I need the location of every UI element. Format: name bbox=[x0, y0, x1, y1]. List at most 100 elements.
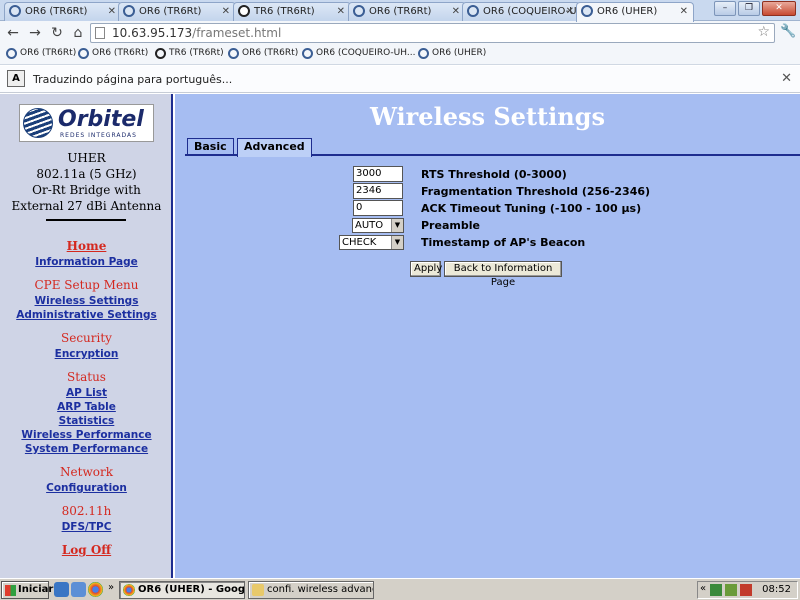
sidebar-link-statistics[interactable]: Statistics bbox=[0, 415, 171, 427]
bookmark-item[interactable]: OR6 (TR6Rt) bbox=[78, 48, 148, 59]
taskbar-window-paint[interactable]: confi. wireless advanced... bbox=[248, 581, 374, 599]
orbitel-favicon-icon bbox=[228, 48, 239, 59]
taskbar-window-chrome[interactable]: OR6 (UHER) - Google ... bbox=[119, 581, 245, 599]
orbitel-favicon-icon bbox=[302, 48, 313, 59]
sidebar-link-information-page[interactable]: Information Page bbox=[0, 256, 171, 268]
translate-icon: A bbox=[7, 70, 25, 87]
antivirus-icon[interactable] bbox=[740, 584, 752, 596]
close-tab-icon[interactable]: ✕ bbox=[337, 3, 345, 20]
page-icon bbox=[95, 27, 105, 39]
sidebar-link-wireless-performance[interactable]: Wireless Performance bbox=[0, 429, 171, 441]
tab-label: OR6 (TR6Rt) bbox=[369, 6, 432, 17]
chrome-icon[interactable] bbox=[88, 582, 103, 597]
apply-button[interactable]: Apply bbox=[410, 261, 442, 277]
close-icon[interactable]: ✕ bbox=[781, 71, 792, 86]
orbitel-favicon-icon bbox=[78, 48, 89, 59]
bookmark-item[interactable]: OR6 (TR6Rt) bbox=[6, 48, 76, 59]
ack-timeout-input[interactable]: 0 bbox=[353, 200, 403, 216]
divider bbox=[46, 219, 126, 221]
url-host: 10.63.95.173 bbox=[112, 26, 193, 40]
sidebar-link-ap-list[interactable]: AP List bbox=[0, 387, 171, 399]
orbitel-favicon-icon bbox=[6, 48, 17, 59]
bookmark-item[interactable]: TR6 (TR6Rt) bbox=[155, 48, 224, 59]
bookmark-label: OR6 (UHER) bbox=[432, 48, 487, 58]
system-tray: « 08:52 bbox=[697, 581, 798, 599]
device-name: UHER bbox=[67, 151, 106, 165]
tr-favicon-icon bbox=[238, 5, 250, 17]
internet-explorer-icon[interactable] bbox=[54, 582, 69, 597]
rts-threshold-input[interactable]: 3000 bbox=[353, 166, 403, 182]
orbitel-favicon-icon bbox=[581, 5, 593, 17]
tab-advanced[interactable]: Advanced bbox=[237, 138, 312, 157]
orbitel-favicon-icon bbox=[418, 48, 429, 59]
timestamp-label: Timestamp of AP's Beacon bbox=[421, 236, 586, 249]
wrench-menu-icon[interactable]: 🔧 bbox=[780, 24, 796, 39]
network-icon[interactable] bbox=[710, 584, 722, 596]
sidebar-link-home[interactable]: Home bbox=[0, 239, 171, 253]
preamble-value: AUTO bbox=[355, 220, 384, 231]
sidebar-link-arp-table[interactable]: ARP Table bbox=[0, 401, 171, 413]
fragmentation-threshold-input[interactable]: 2346 bbox=[353, 183, 403, 199]
close-tab-icon[interactable]: ✕ bbox=[222, 3, 230, 20]
outlook-icon[interactable] bbox=[71, 582, 86, 597]
close-window-icon[interactable]: ✕ bbox=[762, 1, 796, 16]
sidebar-link-log-off[interactable]: Log Off bbox=[0, 543, 171, 557]
browser-tab[interactable]: OR6 (TR6Rt) ✕ bbox=[348, 2, 466, 21]
tab-label: TR6 (TR6Rt) bbox=[254, 6, 315, 17]
sidebar-link-dfs-tpc[interactable]: DFS/TPC bbox=[0, 521, 171, 533]
translate-bar: A Traduzindo página para português... ✕ bbox=[0, 66, 800, 93]
bookmarks-bar: OR6 (TR6Rt) OR6 (TR6Rt) TR6 (TR6Rt) OR6 … bbox=[0, 45, 800, 65]
taskbar: Iniciar » OR6 (UHER) - Google ... confi.… bbox=[0, 578, 800, 600]
close-tab-icon[interactable]: ✕ bbox=[680, 3, 688, 20]
ack-timeout-label: ACK Timeout Tuning (-100 - 100 µs) bbox=[421, 202, 642, 215]
window-controls: – ❐ ✕ bbox=[714, 1, 796, 17]
close-tab-icon[interactable]: ✕ bbox=[452, 3, 460, 20]
forward-arrow-icon[interactable]: → bbox=[26, 24, 44, 42]
timestamp-value: CHECK bbox=[342, 237, 377, 248]
sidebar-frame: Orbitel REDES INTEGRADAS UHER 802.11a (5… bbox=[0, 94, 173, 578]
sidebar-link-configuration[interactable]: Configuration bbox=[0, 482, 171, 494]
sidebar-heading-cpe-setup: CPE Setup Menu bbox=[34, 278, 139, 292]
browser-tab[interactable]: OR6 (TR6Rt) ✕ bbox=[118, 2, 236, 21]
close-tab-icon[interactable]: ✕ bbox=[566, 3, 574, 20]
sidebar-link-encryption[interactable]: Encryption bbox=[0, 348, 171, 360]
back-arrow-icon[interactable]: ← bbox=[4, 24, 22, 42]
bookmark-label: OR6 (COQUEIRO-UH... bbox=[316, 48, 416, 58]
browser-tab[interactable]: TR6 (TR6Rt) ✕ bbox=[233, 2, 351, 21]
translate-message: Traduzindo página para português... bbox=[33, 73, 233, 86]
bookmark-star-icon[interactable]: ☆ bbox=[757, 24, 770, 40]
bookmark-item[interactable]: OR6 (UHER) bbox=[418, 48, 487, 59]
orbitel-favicon-icon bbox=[353, 5, 365, 17]
start-button[interactable]: Iniciar bbox=[1, 581, 53, 599]
main-frame: Wireless Settings Basic Advanced 3000 RT… bbox=[175, 94, 800, 578]
quick-launch-more-icon[interactable]: » bbox=[108, 582, 114, 593]
home-icon[interactable]: ⌂ bbox=[69, 24, 87, 42]
browser-tab-active[interactable]: OR6 (UHER) ✕ bbox=[576, 2, 694, 22]
logo-brand: Orbitel bbox=[58, 107, 144, 132]
preamble-select[interactable]: AUTO ▼ bbox=[352, 218, 404, 233]
reload-icon[interactable]: ↻ bbox=[48, 24, 66, 42]
back-to-information-page-button[interactable]: Back to Information Page bbox=[444, 261, 562, 288]
security-icon[interactable] bbox=[725, 584, 737, 596]
bookmark-item[interactable]: OR6 (TR6Rt) bbox=[228, 48, 298, 59]
dropdown-arrow-icon: ▼ bbox=[391, 219, 403, 232]
sidebar-heading-status: Status bbox=[67, 370, 106, 384]
url-path: /frameset.html bbox=[192, 26, 282, 40]
browser-tab[interactable]: OR6 (TR6Rt) ✕ bbox=[4, 2, 122, 21]
sidebar-link-system-performance[interactable]: System Performance bbox=[0, 443, 171, 455]
tr-favicon-icon bbox=[155, 48, 166, 59]
sidebar-link-administrative-settings[interactable]: Administrative Settings bbox=[0, 309, 171, 321]
dropdown-arrow-icon: ▼ bbox=[391, 236, 403, 249]
browser-tab[interactable]: OR6 (COQUEIRO-UH ✕ bbox=[462, 2, 580, 21]
address-bar[interactable]: 10.63.95.173/frameset.html ☆ bbox=[90, 23, 775, 43]
tray-expand-icon[interactable]: « bbox=[700, 583, 706, 594]
bookmark-item[interactable]: OR6 (COQUEIRO-UH... bbox=[302, 48, 416, 59]
start-label: Iniciar bbox=[18, 584, 54, 595]
sidebar-link-wireless-settings[interactable]: Wireless Settings bbox=[0, 295, 171, 307]
tab-label: OR6 (TR6Rt) bbox=[25, 6, 88, 17]
globe-icon bbox=[23, 108, 53, 138]
restore-icon[interactable]: ❐ bbox=[738, 1, 760, 16]
minimize-icon[interactable]: – bbox=[714, 1, 736, 16]
timestamp-select[interactable]: CHECK ▼ bbox=[339, 235, 404, 250]
close-tab-icon[interactable]: ✕ bbox=[108, 3, 116, 20]
